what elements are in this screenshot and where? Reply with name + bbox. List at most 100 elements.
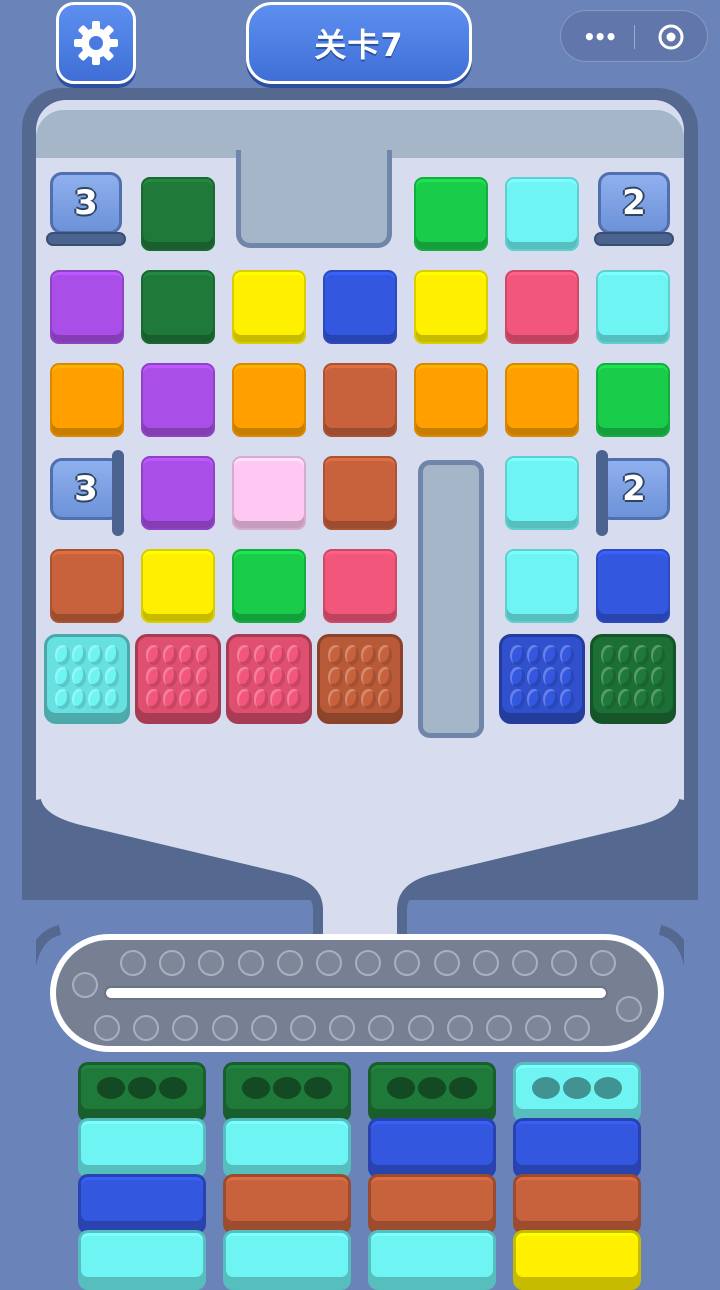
color-tile-blue[interactable]	[596, 549, 670, 623]
stack-hole	[532, 1077, 560, 1099]
stud	[650, 645, 665, 665]
stud	[55, 689, 70, 709]
stud	[559, 667, 574, 687]
conveyor-hole	[250, 1015, 277, 1041]
color-tile-rust[interactable]	[50, 549, 124, 623]
stud	[88, 689, 103, 709]
color-tile-cyan[interactable]	[596, 270, 670, 344]
counter-bar	[596, 450, 608, 536]
conveyor-hole	[616, 996, 642, 1022]
color-tile-green[interactable]	[414, 177, 488, 251]
stud-grid	[328, 645, 392, 709]
color-tile-darkgreen[interactable]	[141, 177, 215, 251]
color-tile-orange[interactable]	[232, 363, 306, 437]
stud	[55, 645, 70, 665]
stud	[377, 689, 392, 709]
counter-lip	[46, 232, 126, 246]
stud-grid	[55, 645, 119, 709]
color-tile-cyan[interactable]	[505, 456, 579, 530]
color-tile-darkgreen[interactable]	[141, 270, 215, 344]
stud	[104, 645, 119, 665]
stud	[162, 645, 177, 665]
conveyor-hole	[525, 1015, 552, 1041]
stud	[344, 667, 359, 687]
stack-hole	[97, 1077, 125, 1099]
stud	[270, 645, 285, 665]
stud-block-pink[interactable]	[226, 634, 312, 724]
stud	[634, 667, 649, 687]
stack-hole	[159, 1077, 187, 1099]
color-tile-rust[interactable]	[323, 363, 397, 437]
conveyor-hole	[512, 950, 538, 976]
color-tile-lightpink[interactable]	[232, 456, 306, 530]
color-tile-blue[interactable]	[323, 270, 397, 344]
color-tile-rust[interactable]	[323, 456, 397, 530]
color-tile-cyan[interactable]	[505, 549, 579, 623]
color-tile-orange[interactable]	[505, 363, 579, 437]
stud	[328, 667, 343, 687]
stack-segment-yellow	[513, 1230, 641, 1290]
color-tile-yellow[interactable]	[232, 270, 306, 344]
stud	[104, 689, 119, 709]
stud	[146, 689, 161, 709]
stud	[162, 689, 177, 709]
stack-hole	[242, 1077, 270, 1099]
stack-segment-blue	[78, 1174, 206, 1234]
stack-segment-rust	[223, 1174, 351, 1234]
stud	[510, 667, 525, 687]
color-tile-green[interactable]	[232, 549, 306, 623]
stud	[344, 645, 359, 665]
color-tile-pink[interactable]	[323, 549, 397, 623]
stack-hole	[563, 1077, 591, 1099]
color-tile-yellow[interactable]	[414, 270, 488, 344]
color-tile-purple[interactable]	[50, 270, 124, 344]
color-tile-purple[interactable]	[141, 456, 215, 530]
stud	[270, 689, 285, 709]
t-slot	[236, 150, 392, 248]
stud	[650, 667, 665, 687]
stud-grid	[146, 645, 210, 709]
stack-top-darkgreen[interactable]	[368, 1062, 496, 1122]
stud-block-rust[interactable]	[317, 634, 403, 724]
stud	[286, 689, 301, 709]
stud	[361, 645, 376, 665]
color-tile-orange[interactable]	[414, 363, 488, 437]
stud	[253, 667, 268, 687]
color-tile-pink[interactable]	[505, 270, 579, 344]
color-tile-cyan[interactable]	[505, 177, 579, 251]
color-tile-yellow[interactable]	[141, 549, 215, 623]
stud	[510, 645, 525, 665]
stud	[104, 667, 119, 687]
stud	[237, 667, 252, 687]
conveyor-hole	[211, 1015, 238, 1041]
stud	[179, 667, 194, 687]
stud	[55, 667, 70, 687]
counter-lip	[594, 232, 674, 246]
color-tile-orange[interactable]	[50, 363, 124, 437]
stud	[71, 689, 86, 709]
stack-segment-blue	[368, 1118, 496, 1178]
stud	[146, 667, 161, 687]
color-tile-purple[interactable]	[141, 363, 215, 437]
stud-block-cyan[interactable]	[44, 634, 130, 724]
stud	[526, 689, 541, 709]
color-tile-green[interactable]	[596, 363, 670, 437]
stud-block-blue[interactable]	[499, 634, 585, 724]
stud-block-darkgreen[interactable]	[590, 634, 676, 724]
stud-block-pink[interactable]	[135, 634, 221, 724]
stack-segment-cyan	[223, 1118, 351, 1178]
stud	[195, 667, 210, 687]
conveyor-hole	[551, 950, 578, 976]
stack-top-cyan[interactable]	[513, 1062, 641, 1122]
conveyor-hole	[446, 1015, 473, 1041]
stud-grid	[237, 645, 301, 709]
stud	[253, 645, 268, 665]
conveyor-hole	[316, 950, 342, 976]
stack-top-holes	[387, 1077, 477, 1099]
stack-hole	[387, 1077, 415, 1099]
stack-top-darkgreen[interactable]	[78, 1062, 206, 1122]
conveyor-hole	[72, 972, 98, 998]
stud	[328, 689, 343, 709]
stud	[601, 667, 616, 687]
stack-top-darkgreen[interactable]	[223, 1062, 351, 1122]
